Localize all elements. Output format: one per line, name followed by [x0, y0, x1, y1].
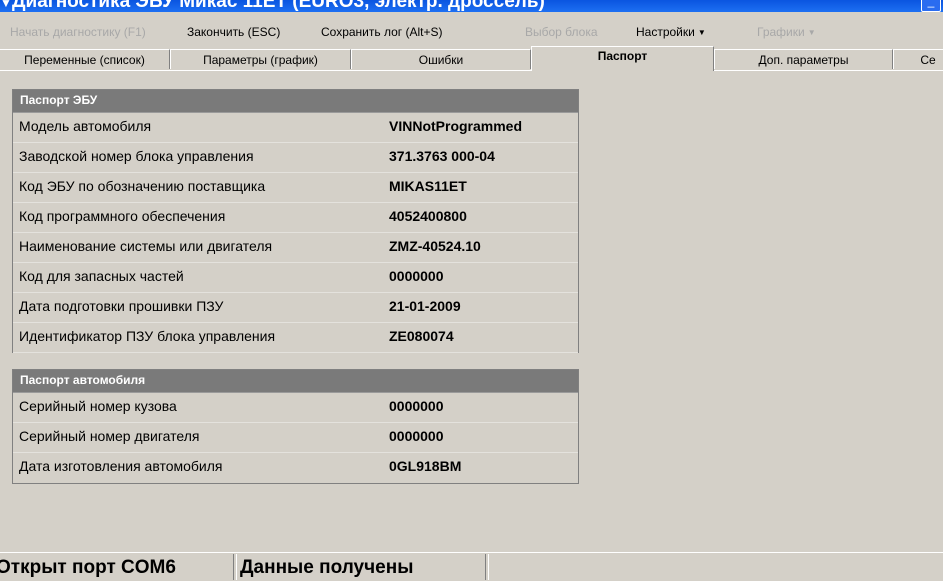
tab-passport[interactable]: Паспорт [531, 46, 714, 71]
tab-bar: Переменные (список) Параметры (график) О… [0, 46, 943, 72]
row-value: 0000000 [389, 268, 444, 284]
table-row: Модель автомобиля VINNotProgrammed [13, 113, 578, 143]
row-value: 0GL918BM [389, 458, 462, 474]
minimize-button[interactable]: _ [921, 0, 941, 12]
car-passport-panel: Паспорт автомобиля Серийный номер кузова… [12, 369, 579, 484]
row-label: Заводской номер блока управления [19, 148, 254, 164]
start-diagnostics-button[interactable]: Начать диагностику (F1) [10, 25, 146, 39]
table-row: Серийный номер кузова 0000000 [13, 393, 578, 423]
row-label: Код для запасных частей [19, 268, 184, 284]
row-value: 4052400800 [389, 208, 467, 224]
tab-partial[interactable]: Се [893, 49, 943, 69]
table-row: Код программного обеспечения 4052400800 [13, 203, 578, 233]
app-menu-icon[interactable]: ▼ [0, 0, 12, 10]
save-log-button[interactable]: Сохранить лог (Alt+S) [321, 25, 443, 39]
row-value: MIKAS11ET [389, 178, 467, 194]
table-row: Код ЭБУ по обозначению поставщика MIKAS11… [13, 173, 578, 203]
chevron-down-icon: ▼ [807, 28, 816, 37]
row-label: Наименование системы или двигателя [19, 238, 273, 254]
tab-divider [0, 70, 943, 71]
row-value: ZE080074 [389, 328, 454, 344]
table-row: Наименование системы или двигателя ZMZ-40… [13, 233, 578, 263]
car-passport-header: Паспорт автомобиля [13, 370, 578, 393]
table-row: Код для запасных частей 0000000 [13, 263, 578, 293]
status-port: Открыт порт COM6 [0, 554, 234, 580]
graphs-menu[interactable]: Графики ▼ [757, 25, 816, 39]
table-row: Серийный номер двигателя 0000000 [13, 423, 578, 453]
tab-variables-list[interactable]: Переменные (список) [0, 49, 170, 69]
row-value: ZMZ-40524.10 [389, 238, 481, 254]
settings-menu[interactable]: Настройки ▼ [636, 25, 706, 39]
row-label: Код программного обеспечения [19, 208, 226, 224]
row-value: 0000000 [389, 398, 444, 414]
row-value: 0000000 [389, 428, 444, 444]
row-label: Серийный номер кузова [19, 398, 177, 414]
menu-bar: Начать диагностику (F1) Закончить (ESC) … [0, 20, 943, 44]
row-value: 21-01-2009 [389, 298, 461, 314]
window-title: Диагностика ЭБУ Микас 11ЕТ (EURO3, элект… [12, 0, 545, 12]
row-value: 371.3763 000-04 [389, 148, 495, 164]
tab-errors[interactable]: Ошибки [351, 49, 531, 69]
tab-extra-parameters[interactable]: Доп. параметры [714, 49, 893, 69]
row-label: Идентификатор ПЗУ блока управления [19, 328, 276, 344]
ecu-passport-header: Паспорт ЭБУ [13, 90, 578, 113]
settings-menu-label: Настройки [636, 25, 695, 39]
finish-button[interactable]: Закончить (ESC) [187, 25, 280, 39]
status-extra [488, 554, 943, 580]
table-row: Дата подготовки прошивки ПЗУ 21-01-2009 [13, 293, 578, 323]
row-label: Код ЭБУ по обозначению поставщика [19, 178, 266, 194]
chevron-down-icon: ▼ [697, 28, 706, 37]
title-bar: ▼ Диагностика ЭБУ Микас 11ЕТ (EURO3, эле… [0, 0, 943, 12]
table-row: Заводской номер блока управления 371.3763… [13, 143, 578, 173]
table-row: Идентификатор ПЗУ блока управления ZE0800… [13, 323, 578, 353]
row-label: Серийный номер двигателя [19, 428, 200, 444]
row-label: Дата изготовления автомобиля [19, 458, 223, 474]
row-label: Дата подготовки прошивки ПЗУ [19, 298, 224, 314]
status-data: Данные получены [236, 554, 486, 580]
table-row: Дата изготовления автомобиля 0GL918BM [13, 453, 578, 482]
row-label: Модель автомобиля [19, 118, 152, 134]
ecu-passport-panel: Паспорт ЭБУ Модель автомобиля VINNotProgr… [12, 89, 579, 353]
graphs-menu-label: Графики [757, 25, 805, 39]
row-value: VINNotProgrammed [389, 118, 523, 134]
status-bar: Открыт порт COM6 Данные получены [0, 552, 943, 581]
tab-parameters-graph[interactable]: Параметры (график) [170, 49, 351, 69]
select-block-button[interactable]: Выбор блока [525, 25, 598, 39]
